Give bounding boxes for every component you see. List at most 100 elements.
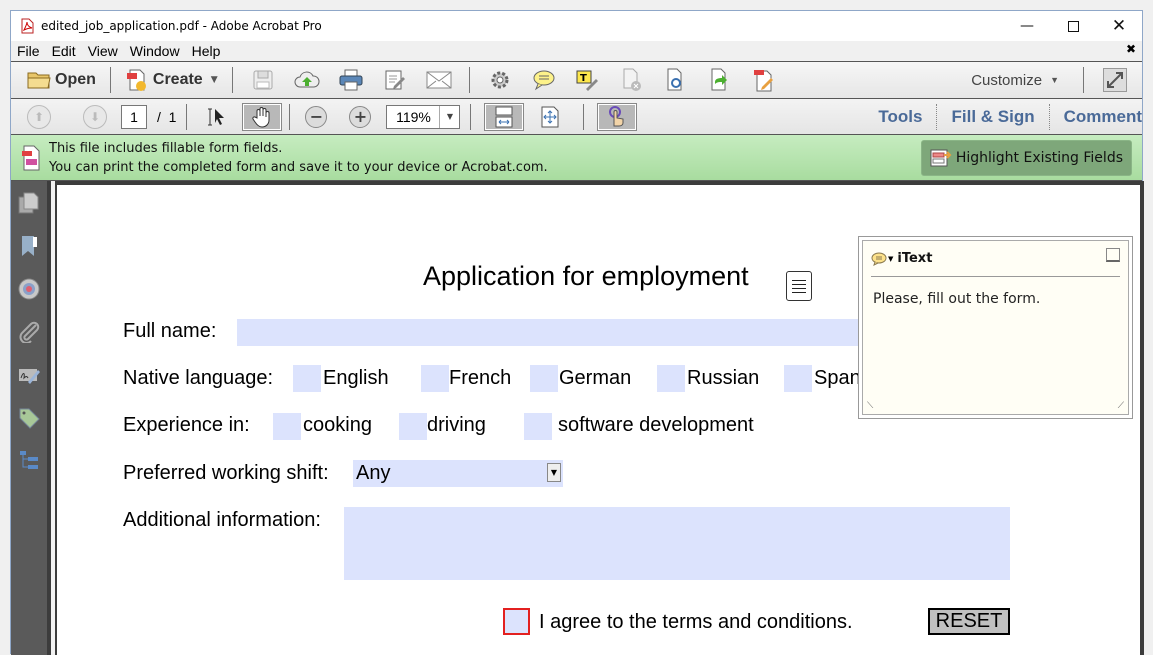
tab-tools[interactable]: Tools [864,104,936,130]
highlight-fields-button[interactable]: Highlight Existing Fields [920,140,1132,176]
email-button[interactable] [426,68,452,92]
chevron-down-icon: ▼ [210,75,218,85]
sticky-note-icon[interactable] [786,271,812,301]
fit-page-icon [541,106,559,127]
comment-button[interactable] [531,68,557,92]
rotate-page-button[interactable] [663,68,689,92]
expand-button[interactable] [1102,68,1128,92]
export-button[interactable] [707,68,733,92]
customize-button[interactable]: Customize ▼ [971,72,1059,89]
content-panel-button[interactable] [11,439,47,482]
comment-author: iText [897,251,933,266]
separator [109,67,111,93]
target-icon [18,278,40,299]
acrobat-window: edited_job_application.pdf - Adobe Acrob… [10,10,1144,655]
tab-fill-sign[interactable]: Fill & Sign [936,103,1048,130]
destinations-panel-button[interactable] [11,267,47,310]
open-button[interactable]: Open [21,65,102,95]
resize-handle-left[interactable]: ⟍ [867,401,873,411]
plus-icon: + [353,107,368,126]
agree-checkbox[interactable] [503,608,530,635]
close-button[interactable]: ✕ [1096,11,1142,41]
shift-select[interactable]: Any ▼ [353,460,563,487]
page-number-input[interactable]: 1 [121,104,147,129]
title-bar: edited_job_application.pdf - Adobe Acrob… [11,11,1142,41]
minus-icon: − [309,107,324,126]
select-tool-button[interactable] [197,104,235,130]
panel-tabs: Tools Fill & Sign Comment [864,99,1142,134]
pages-panel-button[interactable] [11,181,47,224]
arrow-down-icon: ⬇ [89,109,101,124]
menu-window[interactable]: Window [124,43,186,59]
comment-text[interactable]: Please, fill out the form. [873,291,1118,307]
comment-popup[interactable]: ▼ iText Please, fill out the form. ⟍ ⟋ [858,236,1133,419]
signatures-panel-button[interactable] [11,353,47,396]
form-notice-bar: This file includes fillable form fields.… [11,135,1142,181]
menu-view[interactable]: View [82,43,124,59]
pages-icon [18,192,39,213]
additional-info-field[interactable] [344,507,1010,580]
chevron-down-icon: ▼ [1050,75,1059,85]
menu-file[interactable]: File [11,43,46,59]
create-button[interactable]: Create ▼ [119,65,224,95]
maximize-button[interactable] [1050,11,1096,41]
save-button[interactable] [250,68,276,92]
delete-page-button[interactable] [619,68,645,92]
attachment-icon [19,321,40,343]
form-title: Application for employment [423,261,749,291]
close-document-icon[interactable]: ✖ [1126,42,1136,56]
checkbox-russian[interactable] [657,365,685,392]
chevron-down-icon[interactable]: ▼ [547,463,561,482]
print-button[interactable] [338,68,364,92]
label-english: English [323,367,389,389]
checkbox-software-development[interactable] [524,413,552,440]
fit-page-button[interactable] [531,104,569,130]
minimize-icon: — [1020,18,1034,34]
reset-button[interactable]: RESET [928,608,1010,635]
fill-sign-button[interactable] [751,68,777,92]
attachments-panel-button[interactable] [11,310,47,353]
page-scroll-icon [495,106,513,127]
edit-button[interactable] [382,68,408,92]
previous-page-button[interactable]: ⬆ [27,104,51,129]
chevron-down-icon[interactable]: ▼ [888,255,893,263]
scrolling-mode-button[interactable] [484,102,525,131]
checkbox-french[interactable] [421,365,449,392]
zoom-out-button[interactable]: − [305,105,328,128]
agree-label: I agree to the terms and conditions. [539,611,853,633]
separator [1083,67,1084,93]
zoom-select[interactable]: 119% ▼ [386,104,461,129]
minimize-popup-icon[interactable] [1106,248,1120,262]
highlight-fields-icon [930,149,952,167]
menu-edit[interactable]: Edit [46,43,82,59]
resize-handle-right[interactable]: ⟋ [1118,401,1124,411]
checkbox-driving[interactable] [399,413,427,440]
settings-icon [491,71,509,89]
tags-panel-button[interactable] [11,396,47,439]
tab-comment[interactable]: Comment [1048,103,1142,130]
label-cooking: cooking [303,414,372,436]
touch-mode-button[interactable] [597,102,638,131]
shift-label: Preferred working shift: [123,462,329,484]
checkbox-cooking[interactable] [273,413,301,440]
zoom-in-button[interactable]: + [349,105,372,128]
next-page-button[interactable]: ⬇ [83,104,107,129]
zoom-value[interactable]: 119% [387,106,439,128]
highlight-text-button[interactable]: T [575,68,601,92]
maximize-icon [1067,20,1079,32]
hand-tool-button[interactable] [242,102,283,131]
checkbox-german[interactable] [530,365,558,392]
upload-button[interactable] [294,68,320,92]
main-toolbar: Open Create ▼ T Customize ▼ [11,61,1142,99]
form-document-icon [22,145,40,170]
text-highlight-icon: T [576,70,598,91]
settings-button[interactable] [487,68,513,92]
chevron-down-icon[interactable]: ▼ [439,105,459,128]
bookmarks-panel-button[interactable] [11,224,47,267]
checkbox-spanish[interactable] [784,365,812,392]
pdf-icon [21,18,34,34]
checkbox-english[interactable] [293,365,321,392]
minimize-button[interactable]: — [1004,11,1050,41]
pdf-page: Application for employment Full name: Na… [57,185,1140,655]
menu-help[interactable]: Help [186,43,227,59]
